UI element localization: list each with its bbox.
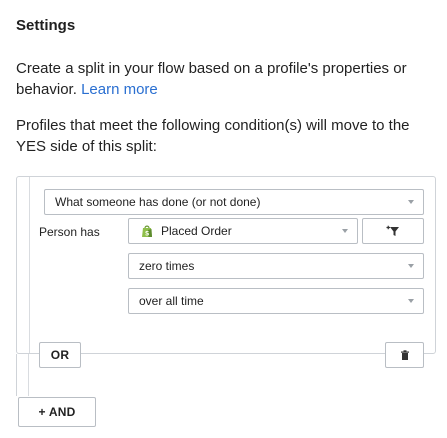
trash-icon	[400, 349, 410, 361]
person-has-label: Person has	[39, 225, 100, 239]
add-filter-button[interactable]	[362, 218, 424, 244]
split-description-text: Create a split in your flow based on a p…	[16, 60, 407, 98]
or-button[interactable]: OR	[39, 342, 81, 368]
chevron-down-icon	[408, 264, 414, 268]
condition-type-value: What someone has done (or not done)	[55, 195, 261, 209]
frequency-value: zero times	[139, 259, 195, 273]
add-filter-icon	[386, 225, 400, 237]
metric-select[interactable]: S Placed Order	[128, 218, 358, 244]
group-connector-inner-line	[28, 354, 29, 396]
shopify-bag-icon: S	[141, 224, 153, 238]
condition-group-bar	[29, 177, 30, 353]
chevron-down-icon	[342, 229, 348, 233]
condition-type-select[interactable]: What someone has done (or not done)	[44, 189, 424, 215]
condition-group-card: What someone has done (or not done) Pers…	[16, 176, 436, 368]
metric-value: Placed Order	[161, 224, 232, 238]
timeframe-value: over all time	[139, 294, 204, 308]
group-connector-line	[16, 354, 17, 396]
chevron-down-icon	[408, 299, 414, 303]
learn-more-link[interactable]: Learn more	[81, 81, 158, 98]
condition-instruction: Profiles that meet the following conditi…	[16, 117, 410, 155]
timeframe-select[interactable]: over all time	[128, 288, 424, 314]
add-and-button[interactable]: + AND	[18, 397, 96, 427]
settings-title: Settings	[16, 17, 76, 34]
chevron-down-icon	[408, 200, 414, 204]
delete-condition-button[interactable]	[385, 342, 424, 368]
svg-text:S: S	[145, 231, 149, 238]
split-description: Create a split in your flow based on a p…	[16, 58, 436, 100]
frequency-select[interactable]: zero times	[128, 253, 424, 279]
